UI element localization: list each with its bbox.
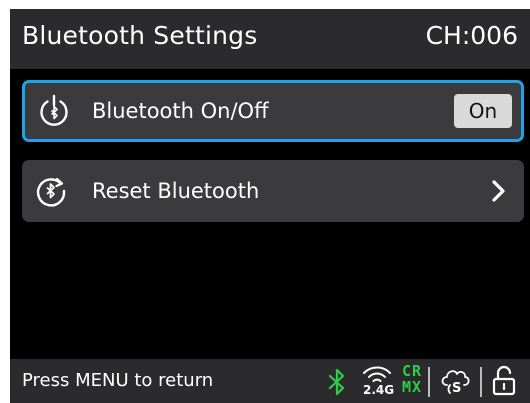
crmx-icon: CR MX — [402, 363, 422, 395]
bluetooth-icon — [328, 368, 345, 396]
wifi-band-label: 2.4G — [363, 383, 395, 397]
bluetooth-toggle[interactable]: On — [454, 94, 512, 128]
footer-bar: Press MENU to return 2.4G CR MX S — [10, 359, 530, 403]
bluetooth-power-icon — [40, 94, 68, 126]
cloud-icon: S — [438, 365, 472, 399]
cloud-label: S — [452, 381, 462, 396]
menu-item-reset-bluetooth[interactable]: Reset Bluetooth — [22, 160, 524, 222]
status-divider — [428, 367, 430, 397]
page-title: Bluetooth Settings — [22, 21, 258, 50]
bluetooth-reset-icon — [36, 177, 66, 207]
crmx-top: CR — [402, 362, 423, 380]
device-screen: Bluetooth Settings CH:006 Bluetooth On/O… — [10, 9, 530, 403]
unlock-icon — [492, 365, 516, 396]
menu-item-bluetooth-onoff[interactable]: Bluetooth On/Off On — [22, 80, 524, 142]
return-hint: Press MENU to return — [22, 370, 214, 391]
chevron-right-icon — [492, 180, 505, 202]
status-divider — [480, 367, 482, 397]
menu-item-label: Bluetooth On/Off — [92, 99, 269, 123]
menu-item-label: Reset Bluetooth — [92, 179, 260, 203]
crmx-bottom: MX — [402, 378, 423, 396]
wifi-2.4g-icon: 2.4G — [360, 364, 394, 400]
header-bar: Bluetooth Settings CH:006 — [10, 9, 530, 69]
channel-indicator: CH:006 — [425, 21, 518, 50]
